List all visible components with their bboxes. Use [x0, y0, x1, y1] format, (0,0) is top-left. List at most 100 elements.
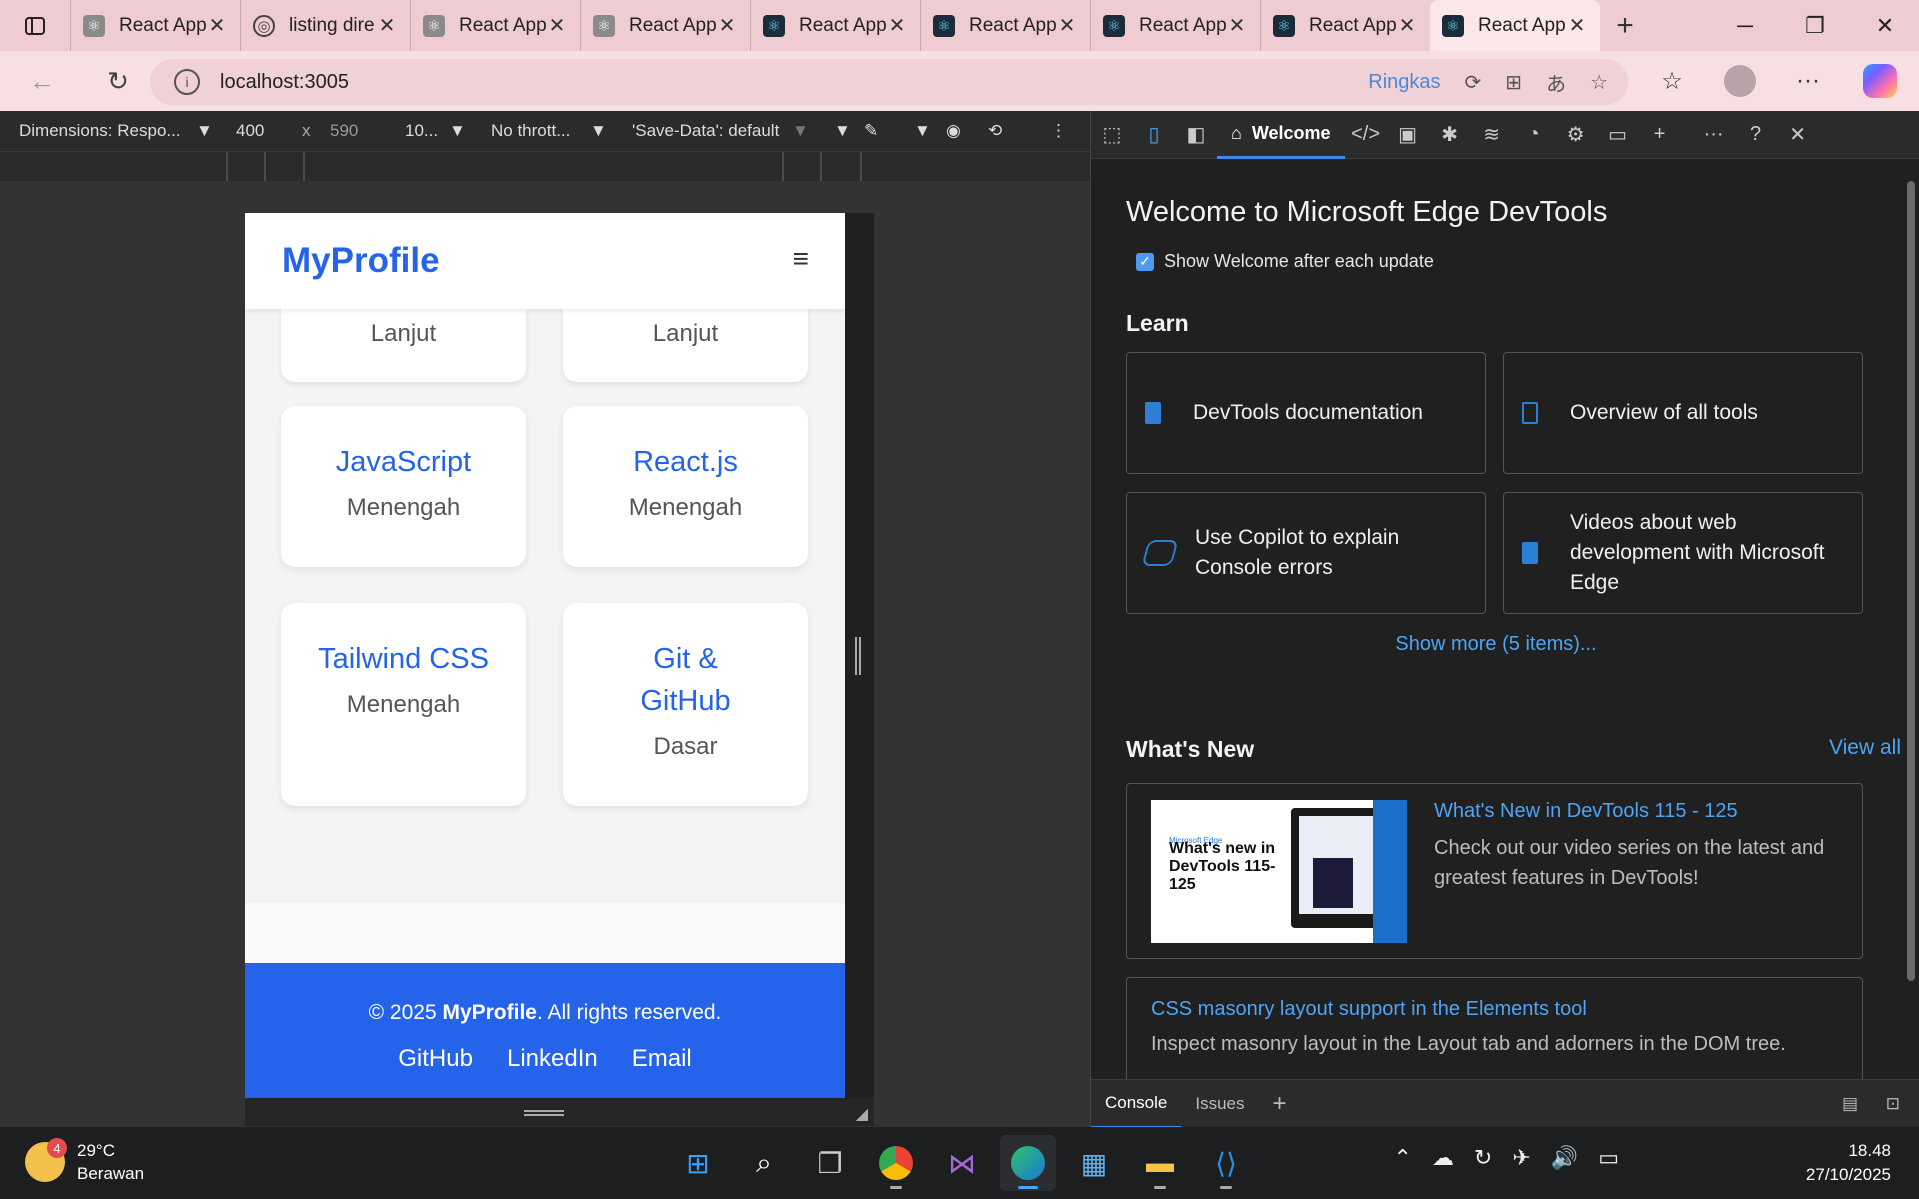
back-arrow-icon[interactable]: ←: [12, 51, 72, 111]
browser-tab[interactable]: ⚛ React App ✕: [1090, 0, 1260, 51]
profile-avatar[interactable]: [1712, 51, 1768, 111]
dropdown-arrow-icon[interactable]: ▼: [590, 121, 607, 141]
read-aloud-icon[interactable]: あ: [1546, 68, 1566, 97]
summarize-icon[interactable]: ⟳: [1465, 70, 1482, 95]
close-window-icon[interactable]: ✕: [1850, 0, 1919, 51]
close-tab-icon[interactable]: ✕: [886, 13, 908, 38]
vision-eye-icon[interactable]: ◉: [946, 121, 961, 141]
console-icon[interactable]: ▣: [1387, 111, 1429, 159]
site-info-icon[interactable]: i: [174, 69, 200, 95]
browser-tab[interactable]: ◎ listing dire ✕: [240, 0, 410, 51]
learn-card[interactable]: Overview of all tools: [1503, 352, 1863, 474]
news-title[interactable]: CSS masonry layout support in the Elemen…: [1151, 998, 1838, 1021]
zoom-select[interactable]: 10...: [405, 121, 438, 141]
news-title[interactable]: What's New in DevTools 115 - 125: [1434, 800, 1844, 823]
browser-tab[interactable]: ⚛ React App ✕: [750, 0, 920, 51]
help-icon[interactable]: ?: [1735, 111, 1777, 159]
brand-logo[interactable]: MyProfile: [282, 241, 440, 281]
new-tab-plus-icon[interactable]: +: [1600, 9, 1650, 43]
visual-studio-icon[interactable]: ⋈: [934, 1135, 990, 1191]
browser-tab[interactable]: ⚛ React App ✕: [410, 0, 580, 51]
task-view-icon[interactable]: ❐: [802, 1135, 858, 1191]
checkbox-checked-icon[interactable]: ✓: [1136, 252, 1154, 271]
dropdown-arrow-icon[interactable]: ▼: [196, 121, 213, 141]
show-hidden-icons-chevron-icon[interactable]: ⌃: [1393, 1145, 1411, 1171]
close-tab-icon[interactable]: ✕: [1226, 13, 1248, 38]
refresh-icon[interactable]: ↻: [88, 51, 148, 111]
weather-widget[interactable]: 4 29°C Berawan: [25, 1138, 144, 1185]
eyedropper-icon[interactable]: ✎: [864, 121, 878, 141]
footer-link-github[interactable]: GitHub: [398, 1045, 473, 1073]
close-tab-icon[interactable]: ✕: [1396, 13, 1418, 38]
ringkas-label[interactable]: Ringkas: [1368, 71, 1440, 94]
tab-actions-menu-icon[interactable]: [0, 0, 70, 51]
close-tab-icon[interactable]: ✕: [1566, 13, 1588, 38]
copilot-icon[interactable]: [1852, 51, 1908, 111]
search-icon[interactable]: ⌕: [736, 1135, 792, 1191]
restore-icon[interactable]: ❐: [1780, 0, 1850, 51]
volume-icon[interactable]: 🔊: [1551, 1145, 1578, 1171]
inspect-element-icon[interactable]: ⬚: [1091, 111, 1133, 159]
show-more-link[interactable]: Show more (5 items)...: [1091, 633, 1901, 656]
learn-card[interactable]: Use Copilot to explain Console errors: [1126, 492, 1486, 614]
favorites-icon[interactable]: ☆: [1644, 51, 1700, 111]
rotate-device-icon[interactable]: ⟲: [988, 121, 1002, 141]
devtools-scrollbar[interactable]: [1901, 159, 1919, 1079]
tab-issues[interactable]: Issues: [1181, 1080, 1258, 1128]
height-input[interactable]: 590: [330, 121, 358, 141]
browser-tab[interactable]: ⚛ React App ✕: [1260, 0, 1430, 51]
close-tab-icon[interactable]: ✕: [1056, 13, 1078, 38]
favorite-star-icon[interactable]: ☆: [1590, 70, 1608, 95]
show-welcome-checkbox[interactable]: ✓ Show Welcome after each update: [1136, 251, 1434, 272]
dropdown-arrow-icon[interactable]: ▼: [792, 121, 809, 141]
resize-grip-icon[interactable]: [524, 1110, 564, 1116]
save-data-select[interactable]: 'Save-Data': default: [632, 121, 779, 141]
browser-tab[interactable]: ⚛ React App ✕: [920, 0, 1090, 51]
close-tab-icon[interactable]: ✕: [376, 13, 398, 38]
more-tools-plus-icon[interactable]: +: [1639, 111, 1681, 159]
apps-grid-icon[interactable]: ⊞: [1505, 70, 1522, 95]
clock[interactable]: 18.48 27/10/2025: [1806, 1139, 1891, 1187]
hamburger-menu-icon[interactable]: ≡: [793, 243, 809, 275]
footer-link-email[interactable]: Email: [632, 1045, 692, 1073]
sync-icon[interactable]: ↻: [1474, 1145, 1492, 1171]
close-tab-icon[interactable]: ✕: [206, 13, 228, 38]
view-all-link[interactable]: View all: [1829, 736, 1901, 760]
close-tab-icon[interactable]: ✕: [546, 13, 568, 38]
tab-welcome[interactable]: ⌂ Welcome: [1217, 111, 1345, 159]
elements-icon[interactable]: </>: [1345, 111, 1387, 159]
browser-tab[interactable]: ⚛ React App ✕: [580, 0, 750, 51]
browser-tab[interactable]: ⚛ React App ✕: [70, 0, 240, 51]
news-card[interactable]: Microsoft Edge What's new in DevTools 11…: [1126, 783, 1863, 959]
more-menu-icon[interactable]: ···: [1780, 51, 1836, 111]
airplane-mode-icon[interactable]: ✈: [1512, 1145, 1530, 1171]
network-wifi-icon[interactable]: ≋: [1471, 111, 1513, 159]
file-explorer-icon[interactable]: ▬: [1132, 1135, 1188, 1191]
customize-more-icon[interactable]: ···: [1693, 111, 1735, 159]
dropdown-arrow-icon[interactable]: ▼: [914, 121, 931, 141]
resize-handle-icon[interactable]: [855, 637, 861, 675]
dock-drawer-icon[interactable]: ▤: [1828, 1080, 1872, 1128]
close-drawer-icon[interactable]: ⊡: [1872, 1080, 1914, 1128]
dimensions-select[interactable]: Dimensions: Respo...: [19, 121, 181, 141]
tab-console[interactable]: Console: [1091, 1080, 1182, 1128]
throttle-select[interactable]: No thrott...: [491, 121, 570, 141]
sources-bug-icon[interactable]: ✱: [1429, 111, 1471, 159]
start-windows-icon[interactable]: ⊞: [670, 1135, 726, 1191]
chrome-icon[interactable]: [868, 1135, 924, 1191]
close-tab-icon[interactable]: ✕: [716, 13, 738, 38]
browser-tab-active[interactable]: ⚛ React App ✕: [1430, 0, 1600, 51]
device-emulation-icon[interactable]: ▯: [1133, 111, 1175, 159]
dropdown-arrow-icon[interactable]: ▼: [449, 121, 466, 141]
performance-icon[interactable]: ◔: [1513, 111, 1555, 159]
dropdown-arrow-icon[interactable]: ▼: [834, 121, 851, 141]
device-more-icon[interactable]: ⋮: [1050, 121, 1067, 141]
minimize-icon[interactable]: ─: [1710, 0, 1780, 51]
application-icon[interactable]: ▭: [1597, 111, 1639, 159]
footer-link-linkedin[interactable]: LinkedIn: [507, 1045, 598, 1073]
learn-card[interactable]: DevTools documentation: [1126, 352, 1486, 474]
learn-card[interactable]: Videos about web development with Micros…: [1503, 492, 1863, 614]
scrollbar-thumb[interactable]: [1907, 181, 1915, 981]
close-devtools-icon[interactable]: ✕: [1777, 111, 1819, 159]
battery-icon[interactable]: ▭: [1598, 1145, 1619, 1171]
